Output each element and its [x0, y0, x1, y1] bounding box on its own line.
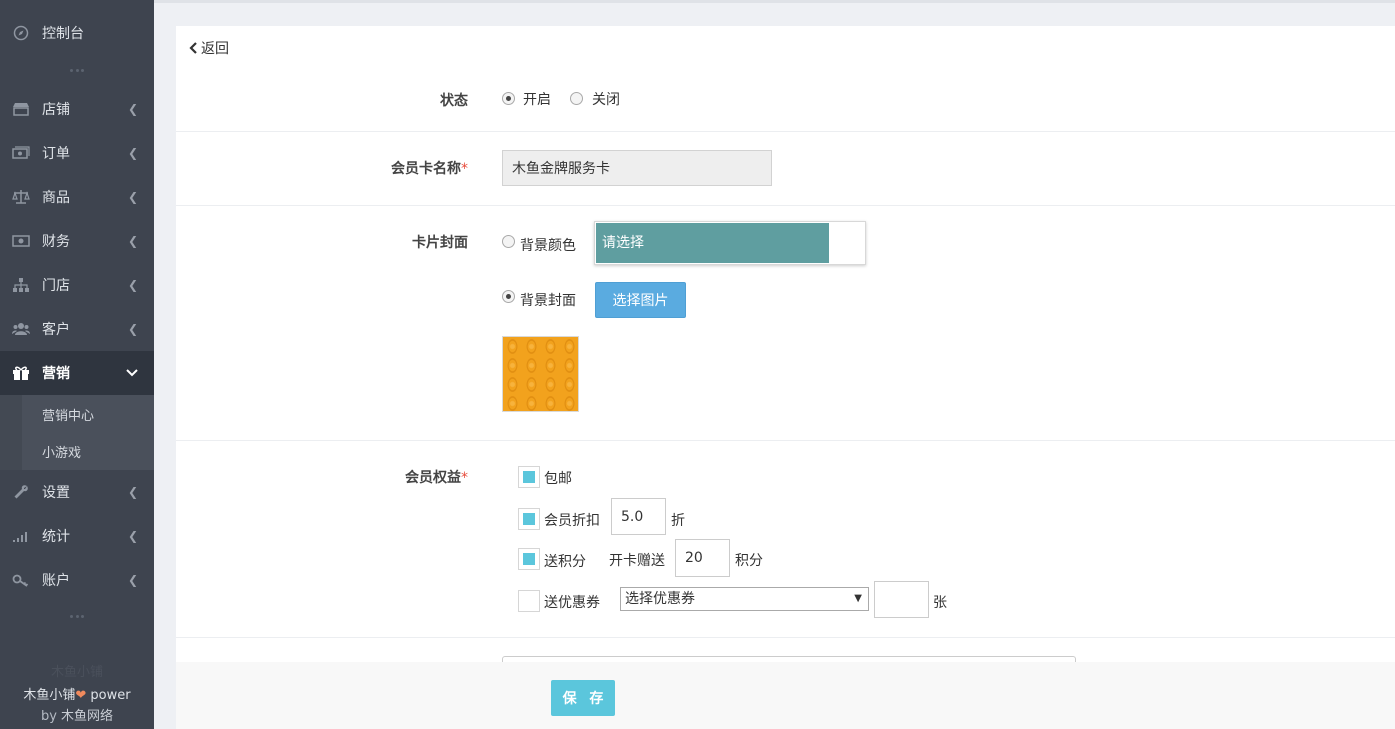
bg-color-radio[interactable]	[502, 235, 515, 248]
sidebar-item-label: 营销	[42, 366, 70, 382]
chevron-down-icon	[126, 366, 138, 380]
bg-cover-radio[interactable]	[502, 290, 515, 303]
scale-icon	[12, 188, 30, 206]
sidebar-item-dashboard[interactable]: 控制台	[0, 11, 154, 55]
coupon-count-input[interactable]	[874, 581, 929, 618]
card-name-input[interactable]	[502, 150, 772, 186]
back-link[interactable]: 返回	[188, 38, 229, 58]
top-border	[154, 0, 1395, 3]
cover-preview-image	[502, 336, 579, 412]
signal-icon	[12, 527, 30, 545]
footer-credit: by 木鱼网络	[40, 709, 114, 724]
footer-company-link[interactable]: 木鱼网络	[61, 709, 113, 724]
sidebar-item-statistics[interactable]: 统计 ❮	[0, 514, 154, 558]
choose-image-button[interactable]: 选择图片	[595, 282, 686, 318]
key-icon	[12, 571, 30, 589]
sidebar-item-label: 店铺	[42, 102, 70, 118]
chevron-left-icon: ❮	[127, 322, 138, 336]
footer-watermark: 木鱼小铺	[50, 665, 103, 680]
sitemap-icon	[12, 276, 30, 294]
store-icon	[12, 100, 30, 118]
sidebar-item-label: 设置	[42, 485, 70, 501]
points-prefix: 开卡赠送	[609, 553, 665, 569]
divider	[176, 131, 1395, 132]
sidebar-item-label: 账户	[42, 573, 70, 589]
users-icon	[12, 320, 30, 338]
chevron-left-icon: ❮	[127, 485, 138, 499]
submenu-item-mini-games[interactable]: 小游戏	[42, 442, 81, 461]
bg-color-text: 背景颜色	[520, 238, 576, 254]
sidebar-item-finance[interactable]: 财务 ❮	[0, 219, 154, 263]
sidebar-item-label: 客户	[42, 322, 70, 338]
discount-text: 会员折扣	[544, 513, 600, 529]
divider-dots	[70, 615, 84, 619]
sidebar-item-label: 商品	[42, 190, 70, 206]
sidebar-item-order[interactable]: 订单 ❮	[0, 131, 154, 175]
bg-cover-text: 背景封面	[520, 293, 576, 309]
gift-icon	[12, 364, 30, 382]
sidebar-item-store[interactable]: 店铺 ❮	[0, 87, 154, 131]
sidebar-item-label: 控制台	[42, 26, 84, 42]
coupon-text: 送优惠券	[544, 595, 600, 611]
free-shipping-text: 包邮	[544, 471, 572, 487]
caret-down-icon: ▼	[854, 593, 862, 604]
points-input[interactable]	[675, 539, 730, 577]
status-off-text: 关闭	[592, 92, 620, 108]
sidebar-item-label: 订单	[42, 146, 70, 162]
marketing-submenu: 营销中心 小游戏	[0, 395, 154, 470]
divider	[176, 205, 1395, 206]
sidebar-item-label: 门店	[42, 278, 70, 294]
save-button[interactable]: 保 存	[551, 680, 615, 716]
sidebar: 控制台 店铺 ❮ 订单 ❮ 商品 ❮ 财务 ❮ 门店 ❮ 客户 ❮ 营销 营销中…	[0, 0, 154, 729]
chevron-left-icon: ❮	[127, 146, 138, 160]
coupon-unit: 张	[933, 595, 947, 611]
coupon-select[interactable]: 选择优惠券 ▼	[620, 587, 869, 611]
dashboard-icon	[12, 24, 30, 42]
discount-input[interactable]	[611, 498, 666, 535]
discount-unit: 折	[671, 513, 685, 529]
coupon-checkbox[interactable]	[518, 590, 540, 612]
discount-checkbox[interactable]	[518, 508, 540, 530]
wrench-icon	[12, 483, 30, 501]
chevron-left-icon: ❮	[127, 234, 138, 248]
points-checkbox[interactable]	[518, 548, 540, 570]
sidebar-item-label: 统计	[42, 529, 70, 545]
sidebar-item-customer[interactable]: 客户 ❮	[0, 307, 154, 351]
color-swatch: 请选择	[596, 223, 829, 263]
chevron-left-icon: ❮	[127, 278, 138, 292]
divider	[176, 637, 1395, 638]
color-picker[interactable]: 请选择	[594, 221, 866, 265]
heart-icon: ❤	[75, 688, 87, 703]
chevron-left-icon: ❮	[127, 190, 138, 204]
money-icon	[12, 232, 30, 250]
benefits-label: 会员权益*	[405, 470, 468, 486]
sidebar-item-goods[interactable]: 商品 ❮	[0, 175, 154, 219]
sidebar-item-marketing[interactable]: 营销	[0, 351, 154, 395]
points-text: 送积分	[544, 554, 586, 570]
submenu-item-marketing-center[interactable]: 营销中心	[42, 405, 94, 424]
sidebar-item-settings[interactable]: 设置 ❮	[0, 470, 154, 514]
chevron-left-icon: ❮	[127, 573, 138, 587]
chevron-left-icon: ❮	[127, 102, 138, 116]
points-unit: 积分	[735, 553, 763, 569]
submenu-indent	[0, 395, 22, 470]
status-off-radio[interactable]	[570, 92, 583, 105]
card-name-label: 会员卡名称*	[391, 161, 468, 177]
chevron-left-icon: ❮	[127, 529, 138, 543]
sidebar-item-account[interactable]: 账户 ❮	[0, 558, 154, 602]
status-on-radio[interactable]	[502, 92, 515, 105]
divider	[176, 440, 1395, 441]
order-icon	[12, 144, 30, 162]
divider-dots	[70, 69, 84, 73]
status-on-text: 开启	[523, 92, 551, 108]
footer-brand: 木鱼小铺❤ power	[23, 688, 131, 703]
status-label: 状态	[440, 93, 468, 109]
chevron-left-icon	[189, 42, 197, 54]
action-bar	[176, 662, 1395, 729]
sidebar-item-shop[interactable]: 门店 ❮	[0, 263, 154, 307]
sidebar-item-label: 财务	[42, 234, 70, 250]
free-shipping-checkbox[interactable]	[518, 466, 540, 488]
card-cover-label: 卡片封面	[412, 235, 468, 251]
